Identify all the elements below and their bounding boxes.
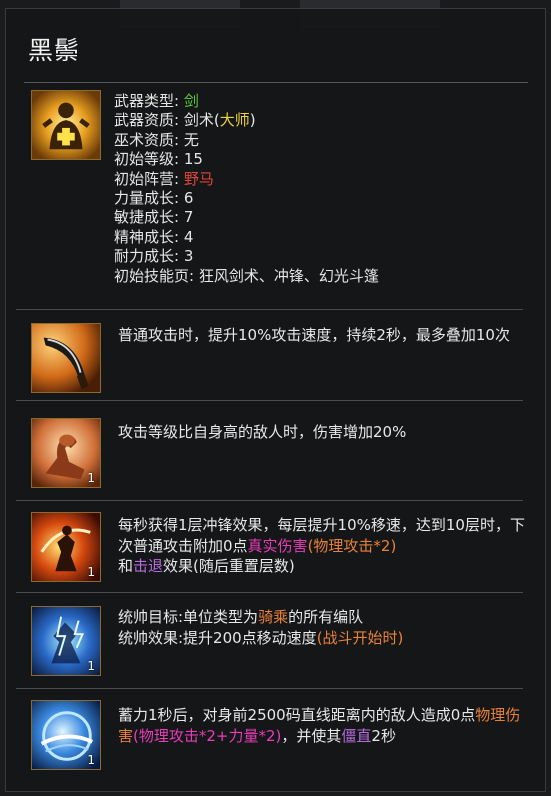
stat-agility-growth: 敏捷成长: 7 (114, 208, 194, 227)
divider (16, 688, 523, 689)
skill-description: 统帅目标:单位类型为骑乘的所有编队 统帅效果:提升200点移动速度(战斗开始时) (118, 608, 404, 647)
skill-description: 蓄力1秒后，对身前2500码直线距离内的敌人造成0点物理伤害(物理攻击*2+力量… (118, 706, 521, 745)
lightning-rider-icon[interactable]: 1 (31, 606, 101, 676)
divider (16, 500, 523, 501)
divider (16, 400, 523, 401)
flexed-arm-icon[interactable]: 1 (31, 418, 101, 488)
divider (16, 592, 523, 593)
charging-warrior-icon[interactable]: 1 (31, 512, 101, 582)
divider (16, 309, 523, 310)
title-divider (24, 82, 528, 83)
stat-initial-skill-page: 初始技能页: 狂风剑术、冲锋、幻光斗篷 (114, 266, 379, 285)
stat-sorcery-aptitude: 巫术资质: 无 (114, 130, 199, 149)
hero-name: 黑鬃 (28, 36, 81, 65)
skill-description: 每秒获得1层冲锋效果，每层提升10%移速，达到10层时，下次普通攻击附加0点真实… (118, 516, 525, 575)
hero-class-icon (31, 90, 101, 160)
hero-stats: 武器类型: 剑 武器资质: 剑术(大师) 巫术资质: 无 初始等级: 15 初始… (114, 92, 379, 286)
stat-weapon-type: 武器类型: 剑 (114, 92, 199, 110)
blue-orb-slash-icon[interactable]: 1 (31, 700, 101, 770)
stat-initial-faction: 初始阵营: 野马 (114, 169, 214, 188)
stat-stamina-growth: 耐力成长: 3 (114, 247, 194, 266)
stat-initial-level: 初始等级: 15 (114, 150, 203, 169)
stat-weapon-aptitude: 武器资质: 剑术(大师) (114, 111, 256, 130)
skill-description: 攻击等级比自身高的敌人时，伤害增加20% (118, 423, 407, 441)
skill-description: 普通攻击时，提升10%攻击速度，持续2秒，最多叠加10次 (118, 326, 510, 344)
stat-spirit-growth: 精神成长: 4 (114, 227, 194, 246)
curved-blade-icon[interactable] (31, 323, 101, 393)
stat-strength-growth: 力量成长: 6 (114, 189, 194, 208)
